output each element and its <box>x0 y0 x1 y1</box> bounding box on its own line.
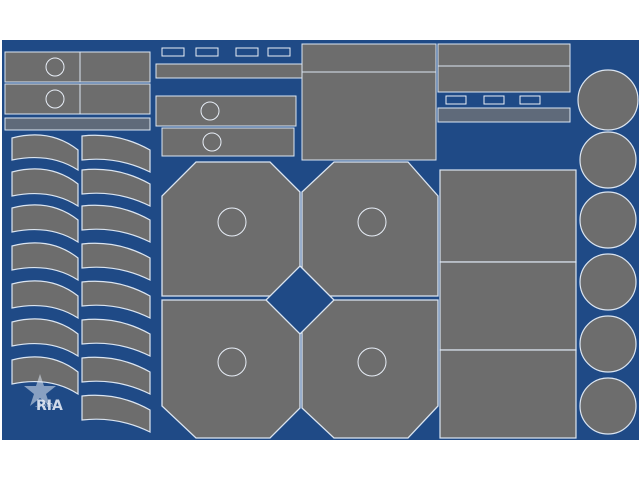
right-panel-group <box>439 169 577 439</box>
octagon-panel-group <box>161 161 439 439</box>
watermark-domain: .com <box>35 401 54 409</box>
ria-star-logo-icon: RIA <box>24 374 63 414</box>
pcb-panel-photo: RIA .com <box>0 0 640 480</box>
top-left-panel-group <box>4 51 151 131</box>
pcb-panel <box>2 40 639 440</box>
